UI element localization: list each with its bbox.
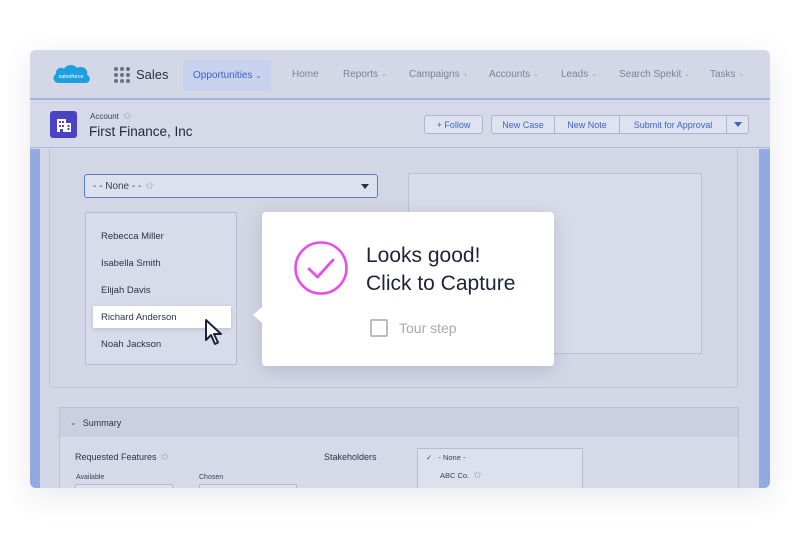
list-item[interactable]: Isabella Smith [101, 258, 161, 269]
chevron-down-icon: ⌄ [684, 71, 691, 78]
check-circle-icon [294, 241, 348, 295]
nav-item-campaigns[interactable]: Campaigns ⌄ [409, 50, 468, 98]
popup-title[interactable]: Looks good! Click to Capture [366, 242, 546, 298]
tour-step-label: Tour step [399, 320, 457, 336]
follow-button[interactable]: + Follow [424, 115, 483, 134]
spekit-star-icon[interactable]: ✩ [123, 111, 131, 122]
capture-popup[interactable]: Looks good! Click to Capture Tour step [253, 212, 554, 366]
right-gutter [759, 149, 770, 488]
popup-title-line1: Looks good! [366, 244, 481, 267]
nav-item-label: Leads [561, 68, 589, 80]
mouse-pointer-icon [205, 319, 222, 345]
spekit-star-icon[interactable]: ✩ [161, 452, 169, 463]
nav-item-label: Search Spekit [619, 68, 682, 80]
popup-title-line2: Click to Capture [366, 272, 516, 295]
nav-item-home[interactable]: Home [292, 50, 319, 98]
nav-item-label: Accounts [489, 68, 531, 80]
dropdown-option-label: ABC Co. [440, 471, 470, 480]
record-name: First Finance, Inc [89, 124, 193, 139]
available-label: Available [76, 474, 105, 481]
app-name: Sales [136, 67, 169, 82]
account-icon [50, 111, 77, 138]
chevron-down-icon: ⌄ [255, 72, 262, 80]
stakeholders-dropdown[interactable]: ✓ - None - ABC Co. ✩ [417, 448, 583, 488]
new-case-button[interactable]: New Case [491, 115, 555, 134]
stakeholders-label: Stakeholders [324, 452, 377, 462]
nav-item-reports[interactable]: Reports ⌄ [343, 50, 387, 98]
nav-item-label: Tasks [710, 68, 736, 80]
record-type: Account ✩ [90, 111, 131, 122]
record-type-label: Account [90, 112, 119, 121]
summary-header[interactable]: ⌄ Summary [60, 408, 738, 437]
chevron-down-icon: ⌄ [738, 71, 745, 78]
check-icon: ✓ [426, 453, 433, 462]
tour-step-checkbox[interactable] [370, 319, 388, 337]
chevron-down-icon: ⌄ [591, 71, 598, 78]
available-listbox[interactable] [75, 484, 173, 488]
chevron-down-icon: ⌄ [462, 71, 469, 78]
nav-item-accounts[interactable]: Accounts ⌄ [489, 50, 539, 98]
salesforce-logo[interactable]: salesforce [50, 61, 92, 88]
nav-item-label: Reports [343, 68, 379, 80]
requested-features-text: Requested Features [75, 452, 157, 462]
app-launcher-icon[interactable] [114, 67, 130, 83]
left-gutter [30, 149, 40, 488]
nav-item-label: Campaigns [409, 68, 460, 80]
record-header: Account ✩ First Finance, Inc + Follow New… [30, 102, 770, 148]
nav-item-label: Home [292, 68, 319, 80]
global-nav: salesforce Sales Opportunities ⌄ Home Rep… [30, 50, 770, 100]
requested-features-label: Requested Features ✩ [75, 452, 169, 463]
new-note-button[interactable]: New Note [554, 115, 620, 134]
summary-section: ⌄ Summary Requested Features ✩ Available … [59, 407, 739, 488]
spekit-star-icon[interactable]: ✩ [473, 470, 481, 481]
picklist-select[interactable]: - - None - - ✩ [84, 174, 378, 198]
nav-item-search-spekit[interactable]: Search Spekit ⌄ [619, 50, 690, 98]
nav-item-opportunities[interactable]: Opportunities ⌄ [183, 60, 272, 91]
building-icon [56, 118, 71, 132]
chevron-down-icon: ⌄ [70, 418, 77, 427]
dropdown-option-selected[interactable]: ✓ - None - [426, 453, 465, 462]
nav-item-leads[interactable]: Leads ⌄ [561, 50, 597, 98]
dropdown-option[interactable]: ABC Co. ✩ [440, 470, 482, 481]
caret-down-icon [733, 122, 742, 127]
list-item[interactable]: Elijah Davis [101, 285, 151, 296]
list-item[interactable]: Noah Jackson [101, 339, 161, 350]
popup-arrow [253, 306, 263, 324]
chosen-listbox[interactable] [199, 484, 297, 488]
logo-text: salesforce [58, 74, 83, 80]
submit-for-approval-button[interactable]: Submit for Approval [619, 115, 727, 134]
dropdown-option-label: - None - [438, 453, 466, 462]
chevron-down-icon: ⌄ [533, 71, 540, 78]
nav-item-tasks[interactable]: Tasks ⌄ [710, 50, 744, 98]
list-item[interactable]: Rebecca Miller [101, 231, 164, 242]
nav-item-label: Opportunities [193, 70, 253, 81]
caret-down-icon [361, 184, 369, 189]
spekit-star-icon[interactable]: ✩ [145, 181, 153, 192]
chosen-label: Chosen [199, 474, 224, 481]
chevron-down-icon: ⌄ [381, 71, 387, 78]
picklist-value: - - None - - [93, 180, 142, 192]
more-actions-button[interactable] [726, 115, 749, 134]
app-window: salesforce Sales Opportunities ⌄ Home Rep… [30, 50, 770, 488]
summary-title: Summary [82, 417, 122, 428]
